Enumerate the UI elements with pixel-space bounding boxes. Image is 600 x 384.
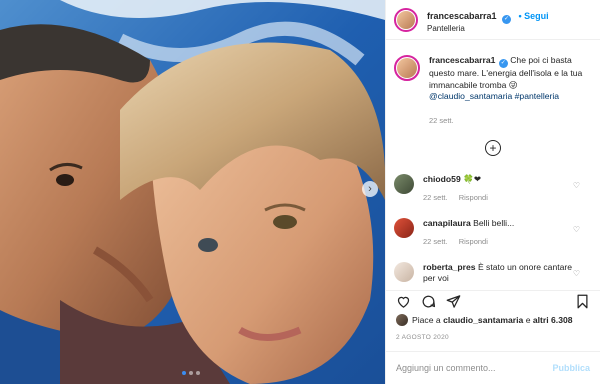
caption-username[interactable]: francescabarra1	[429, 55, 495, 65]
chevron-right-icon: ›	[368, 182, 372, 195]
post-location[interactable]: Pantelleria	[427, 24, 549, 33]
publish-button[interactable]: Pubblica	[552, 363, 590, 373]
verified-badge-icon: ✓	[502, 14, 512, 24]
comment-time: 22 sett.	[423, 237, 448, 246]
add-comment-bar: Pubblica	[386, 351, 600, 384]
bookmark-icon[interactable]	[575, 294, 590, 309]
post-sidebar: francescabarra1 ✓ • Segui Pantelleria fr…	[385, 0, 600, 384]
comment-time: 22 sett.	[423, 193, 448, 202]
photo-image	[0, 0, 385, 384]
post-header: francescabarra1 ✓ • Segui Pantelleria	[386, 0, 600, 40]
caption-emoji: 😜	[508, 79, 518, 90]
heart-icon[interactable]: ♡	[573, 269, 580, 278]
caption-time: 22 sett.	[429, 115, 454, 125]
reply-button[interactable]: Rispondi	[459, 237, 488, 246]
list-item: canapilaura Belli belli... 22 sett. Risp…	[386, 218, 600, 247]
load-more-comments-button[interactable]: +	[485, 140, 501, 156]
list-item: chiodo59 🍀❤ 22 sett. Rispondi ♡	[386, 174, 600, 203]
comment-icon[interactable]	[421, 294, 436, 309]
heart-icon[interactable]	[396, 294, 411, 309]
carousel-dot	[189, 371, 193, 375]
comment-text: Belli belli...	[473, 218, 515, 228]
post-date: 2 AGOSTO 2020	[396, 334, 449, 341]
comments-section[interactable]: francescabarra1 ✓ Che poi ci basta quest…	[386, 41, 600, 285]
commenter-username[interactable]: chiodo59	[423, 174, 461, 184]
caption-hashtag[interactable]: #pantelleria	[515, 91, 559, 101]
liker-username[interactable]: claudio_santamaria	[443, 315, 523, 325]
reply-button[interactable]: Rispondi	[459, 193, 488, 202]
plus-circle-icon: +	[489, 141, 497, 155]
list-item: roberta_pres È stato un onore cantare pe…	[386, 262, 600, 284]
caption-avatar[interactable]	[394, 55, 420, 81]
paper-plane-icon[interactable]	[446, 294, 461, 309]
post-actions	[386, 290, 600, 312]
heart-icon[interactable]: ♡	[573, 225, 580, 234]
verified-badge-icon: ✓	[498, 59, 508, 68]
post-caption: francescabarra1 ✓ Che poi ci basta quest…	[386, 41, 600, 126]
caption-mention[interactable]: @claudio_santamaria	[429, 91, 512, 101]
commenter-avatar[interactable]	[394, 218, 414, 238]
avatar[interactable]	[396, 314, 408, 326]
carousel-dots	[182, 371, 200, 375]
commenter-username[interactable]: canapilaura	[423, 218, 471, 228]
carousel-dot	[182, 371, 186, 375]
author-avatar[interactable]	[394, 7, 418, 32]
next-photo-button[interactable]: ›	[362, 181, 378, 197]
follow-button[interactable]: • Segui	[518, 11, 548, 21]
likes-count[interactable]: altri 6.308	[533, 315, 573, 325]
carousel-dot	[196, 371, 200, 375]
heart-icon[interactable]: ♡	[573, 181, 580, 190]
post-photo[interactable]: ›	[0, 0, 385, 384]
commenter-username[interactable]: roberta_pres	[423, 262, 476, 272]
commenter-avatar[interactable]	[394, 174, 414, 194]
author-username[interactable]: francescabarra1	[427, 11, 497, 21]
commenter-avatar[interactable]	[394, 262, 414, 282]
comment-text: 🍀❤	[463, 174, 482, 184]
comment-input[interactable]	[396, 363, 536, 373]
likes-summary: Piace a claudio_santamaria e altri 6.308	[396, 314, 594, 326]
